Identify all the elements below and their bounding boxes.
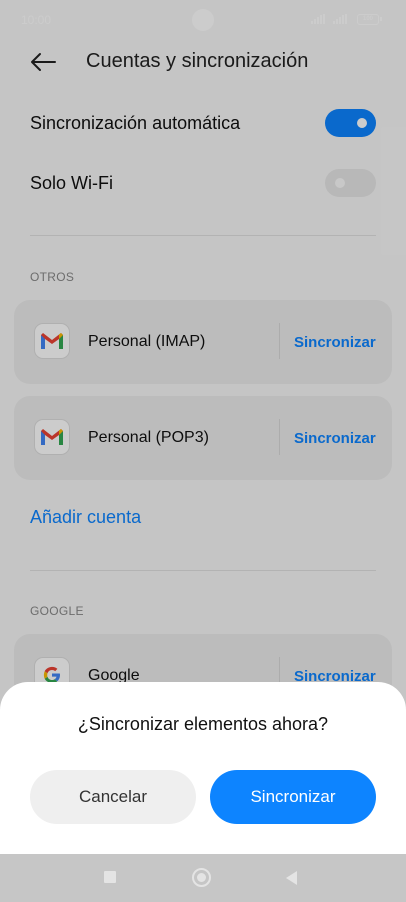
back-nav-icon[interactable] [286,871,297,885]
confirm-sync-button[interactable]: Sincronizar [210,770,376,824]
home-icon[interactable] [192,868,211,887]
recents-icon[interactable] [104,871,116,883]
navigation-bar [0,854,406,902]
screen: 10:00 100 Cuentas y sincronización Sincr… [0,0,406,902]
dialog-question: ¿Sincronizar elementos ahora? [77,714,329,734]
sync-dialog: ¿Sincronizar elementos ahora? Cancelar S… [0,682,406,854]
cancel-button[interactable]: Cancelar [30,770,196,824]
